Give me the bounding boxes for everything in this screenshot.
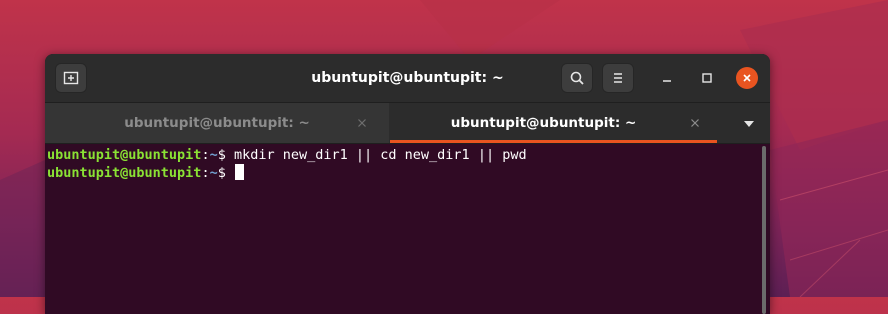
minimize-icon: [663, 80, 671, 82]
command-text: mkdir new_dir1 || cd new_dir1 || pwd: [233, 147, 527, 163]
maximize-button[interactable]: [696, 67, 718, 89]
close-icon: [358, 119, 366, 127]
prompt-user: ubuntupit@ubuntupit: [47, 165, 202, 181]
menu-button[interactable]: [602, 63, 634, 93]
prompt-symbol: $: [217, 165, 234, 181]
prompt-path: ~: [209, 165, 218, 181]
tab-label: ubuntupit@ubuntupit: ~: [124, 115, 310, 131]
search-button[interactable]: [561, 63, 593, 93]
tab-close-button[interactable]: [354, 115, 370, 131]
text-cursor: [234, 164, 244, 180]
tab-close-button[interactable]: [687, 115, 703, 131]
close-icon: [691, 119, 699, 127]
prompt-user: ubuntupit@ubuntupit: [47, 147, 202, 163]
terminal-output[interactable]: ubuntupit@ubuntupit:~$ mkdir new_dir1 ||…: [45, 144, 770, 314]
terminal-line: ubuntupit@ubuntupit:~$ mkdir new_dir1 ||…: [47, 147, 770, 164]
prompt-path: ~: [209, 147, 218, 163]
tab-bar: ubuntupit@ubuntupit: ~ ubuntupit@ubuntup…: [45, 103, 770, 144]
tab-active[interactable]: ubuntupit@ubuntupit: ~: [390, 103, 717, 143]
tab-list-dropdown-button[interactable]: [735, 115, 763, 133]
maximize-icon: [702, 73, 712, 83]
close-icon: [743, 74, 751, 82]
terminal-line: ubuntupit@ubuntupit:~$: [47, 164, 770, 182]
close-button[interactable]: [736, 67, 758, 89]
terminal-window: ubuntupit@ubuntupit: ~ ubuntupit@ubuntup…: [45, 54, 770, 314]
prompt-separator: :: [201, 165, 210, 181]
chevron-down-icon: [744, 121, 754, 127]
tab-label: ubuntupit@ubuntupit: ~: [450, 115, 637, 131]
tab-inactive[interactable]: ubuntupit@ubuntupit: ~: [45, 103, 389, 143]
scrollbar[interactable]: [762, 146, 766, 314]
prompt-separator: :: [201, 147, 210, 163]
search-icon: [570, 71, 584, 85]
minimize-button[interactable]: [656, 67, 678, 89]
title-bar[interactable]: ubuntupit@ubuntupit: ~: [45, 54, 770, 103]
hamburger-menu-icon: [614, 73, 622, 83]
prompt-symbol: $: [217, 147, 234, 163]
